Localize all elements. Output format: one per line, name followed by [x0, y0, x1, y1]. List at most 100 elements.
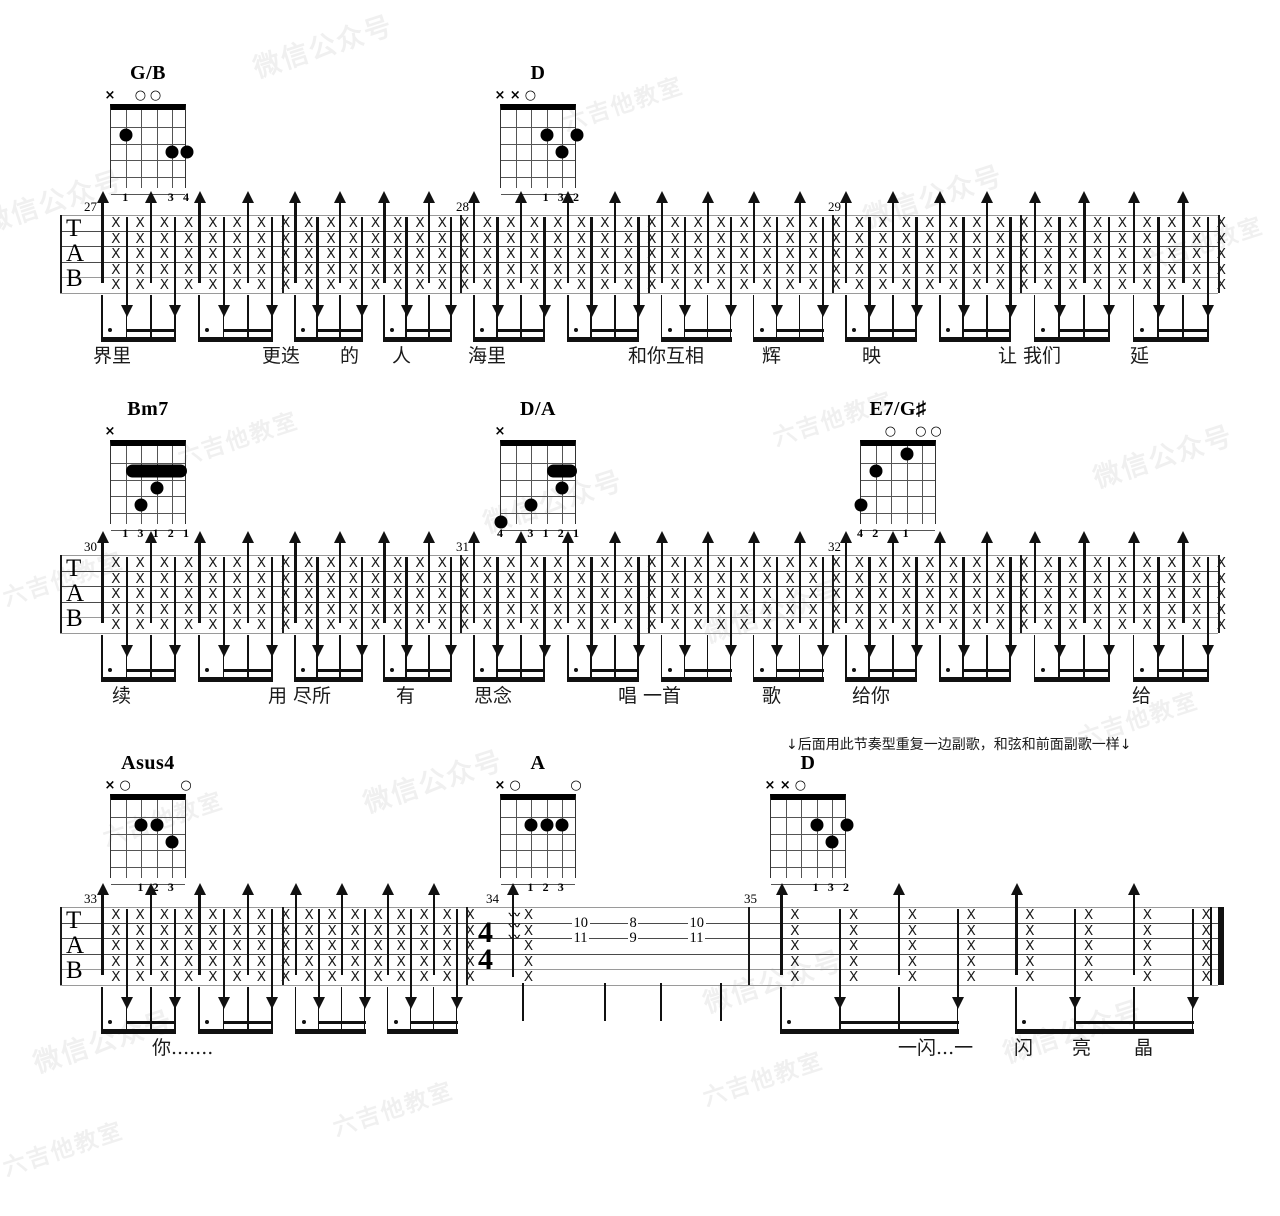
rhythm-stem: [1157, 295, 1160, 340]
strum-down-arrow: [1152, 217, 1165, 317]
note-stem: [522, 983, 524, 1021]
mute-string-icon: ×: [494, 88, 506, 103]
augmentation-dot: [205, 328, 210, 332]
tab-fret-number: 10: [688, 914, 706, 931]
rhythm-stem: [543, 635, 546, 680]
mute-string-icon: ×: [104, 88, 116, 103]
fret-line: [771, 833, 845, 835]
open-string-icon: ○: [149, 88, 162, 103]
finger-dot: [180, 145, 194, 159]
measure-number: 33: [84, 891, 97, 906]
rhythm-stem: [938, 295, 941, 340]
muted-strum-column: XXXXX: [393, 555, 403, 634]
rhythm-stem: [1206, 295, 1209, 340]
tab-staff: T A B 27 28 29 X X X X X X X X X X X X X X X X X X X X X X X X X X X X X X X…: [0, 191, 1280, 342]
chord-name: D: [800, 752, 816, 774]
rhythm-stem: [752, 295, 755, 340]
mute-string-icon: ×: [779, 778, 791, 793]
rhythm-stem: [125, 295, 128, 340]
rhythm-stem: [1182, 635, 1184, 680]
rhythm-stem: [962, 635, 965, 680]
fret-line: [501, 462, 575, 464]
augmentation-dot: [301, 328, 306, 332]
fret-line: [501, 143, 575, 145]
strum-up-arrow: [427, 883, 440, 975]
fretboard-grid: [110, 794, 186, 885]
strum-up-arrow: [242, 883, 255, 975]
string-line: [921, 446, 923, 524]
augmentation-dot: [301, 1020, 306, 1024]
rhythm-beam-secondary: [868, 669, 918, 673]
augmentation-dot: [759, 668, 764, 672]
fret-line: [771, 816, 845, 818]
muted-strum-column: XXXXX: [1216, 555, 1226, 634]
augmentation-dot: [573, 668, 578, 672]
muted-strum-column: XXXXX: [901, 215, 912, 294]
string-line: [156, 800, 158, 878]
tab-fret-number: 11: [688, 930, 705, 947]
strum-up-arrow: [1010, 883, 1023, 975]
mute-string-icon: ×: [104, 778, 116, 793]
muted-strum-column: XXXXX: [785, 215, 795, 294]
lyric-text: 给你: [852, 685, 891, 707]
muted-strum-column: XXXXX: [159, 555, 169, 634]
mute-string-icon: ×: [104, 424, 116, 439]
muted-strum-column: XXXXX: [523, 907, 534, 986]
rhythm-beam-secondary: [590, 329, 640, 333]
muted-strum-column: XXXXX: [393, 215, 403, 294]
strum-up-arrow: [1028, 531, 1041, 623]
muted-strum-column: XXXXX: [1117, 215, 1127, 294]
finger-dot: [119, 128, 133, 142]
rhythm-stem: [317, 987, 320, 1032]
augmentation-dot: [759, 328, 764, 332]
strum-up-arrow: [335, 883, 348, 975]
strum-down-arrow: [491, 557, 504, 657]
finger-dot: [524, 498, 538, 512]
barline: [748, 907, 750, 985]
fret-line: [501, 816, 575, 818]
strum-up-arrow: [289, 883, 302, 975]
rhythm-stem: [938, 635, 941, 680]
fret-line: [861, 513, 935, 515]
rhythm-beam-secondary: [1074, 1021, 1194, 1025]
chord-diagram-d-over-a: D/A × 4 3 1 2 1: [478, 398, 598, 542]
rhythm-stem: [222, 987, 225, 1032]
rhythm-beam-secondary: [683, 329, 732, 333]
strum-down-arrow: [445, 557, 458, 657]
muted-strum-column: XXXXX: [304, 907, 314, 986]
muted-strum-column: XXXXX: [232, 555, 242, 634]
fret-line: [861, 479, 935, 481]
muted-strum-column: XXXXX: [623, 555, 634, 634]
muted-strum-column: XXXXX: [790, 907, 800, 986]
muted-strum-column: XXXXX: [576, 215, 587, 294]
muted-strum-column: XXXXX: [280, 907, 291, 986]
rhythm-stem: [891, 635, 894, 680]
strum-down-arrow: [1004, 557, 1017, 657]
muted-strum-column: XXXXX: [111, 555, 121, 634]
rhythm-beam-secondary: [125, 669, 177, 673]
strum-up-arrow: [193, 191, 206, 283]
muted-strum-column: XXXXX: [208, 555, 218, 634]
fret-line: [111, 177, 185, 179]
muted-strum-column: XXXXX: [925, 215, 935, 294]
muted-strum-column: XXXXX: [482, 215, 493, 294]
rhythm-beam-secondary: [590, 669, 640, 673]
muted-strum-column: XXXXX: [111, 907, 121, 986]
rhythm-stem: [1033, 295, 1036, 340]
rhythm-stem: [821, 295, 824, 340]
tab-clef-letter: A: [66, 580, 85, 607]
fretboard-grid: [494, 440, 577, 531]
strum-up-arrow: [378, 531, 391, 623]
system-3: T A B 33 34 35 4 4 X X X X X X X X X X X X X X X X X X X X X X X X X X X X X…: [0, 883, 1280, 1059]
strum-down-arrow: [400, 217, 413, 317]
rhythm-stem: [198, 987, 201, 1032]
augmentation-dot: [479, 328, 484, 332]
fret-line: [111, 126, 185, 128]
mute-string-icon: ×: [494, 424, 506, 439]
strum-up-arrow: [289, 191, 302, 283]
lyric-text: 晶: [1134, 1037, 1154, 1059]
fret-line: [111, 867, 185, 869]
finger-dot: [150, 818, 164, 832]
muted-strum-column: XXXXX: [831, 215, 841, 294]
muted-strum-column: XXXXX: [854, 215, 865, 294]
